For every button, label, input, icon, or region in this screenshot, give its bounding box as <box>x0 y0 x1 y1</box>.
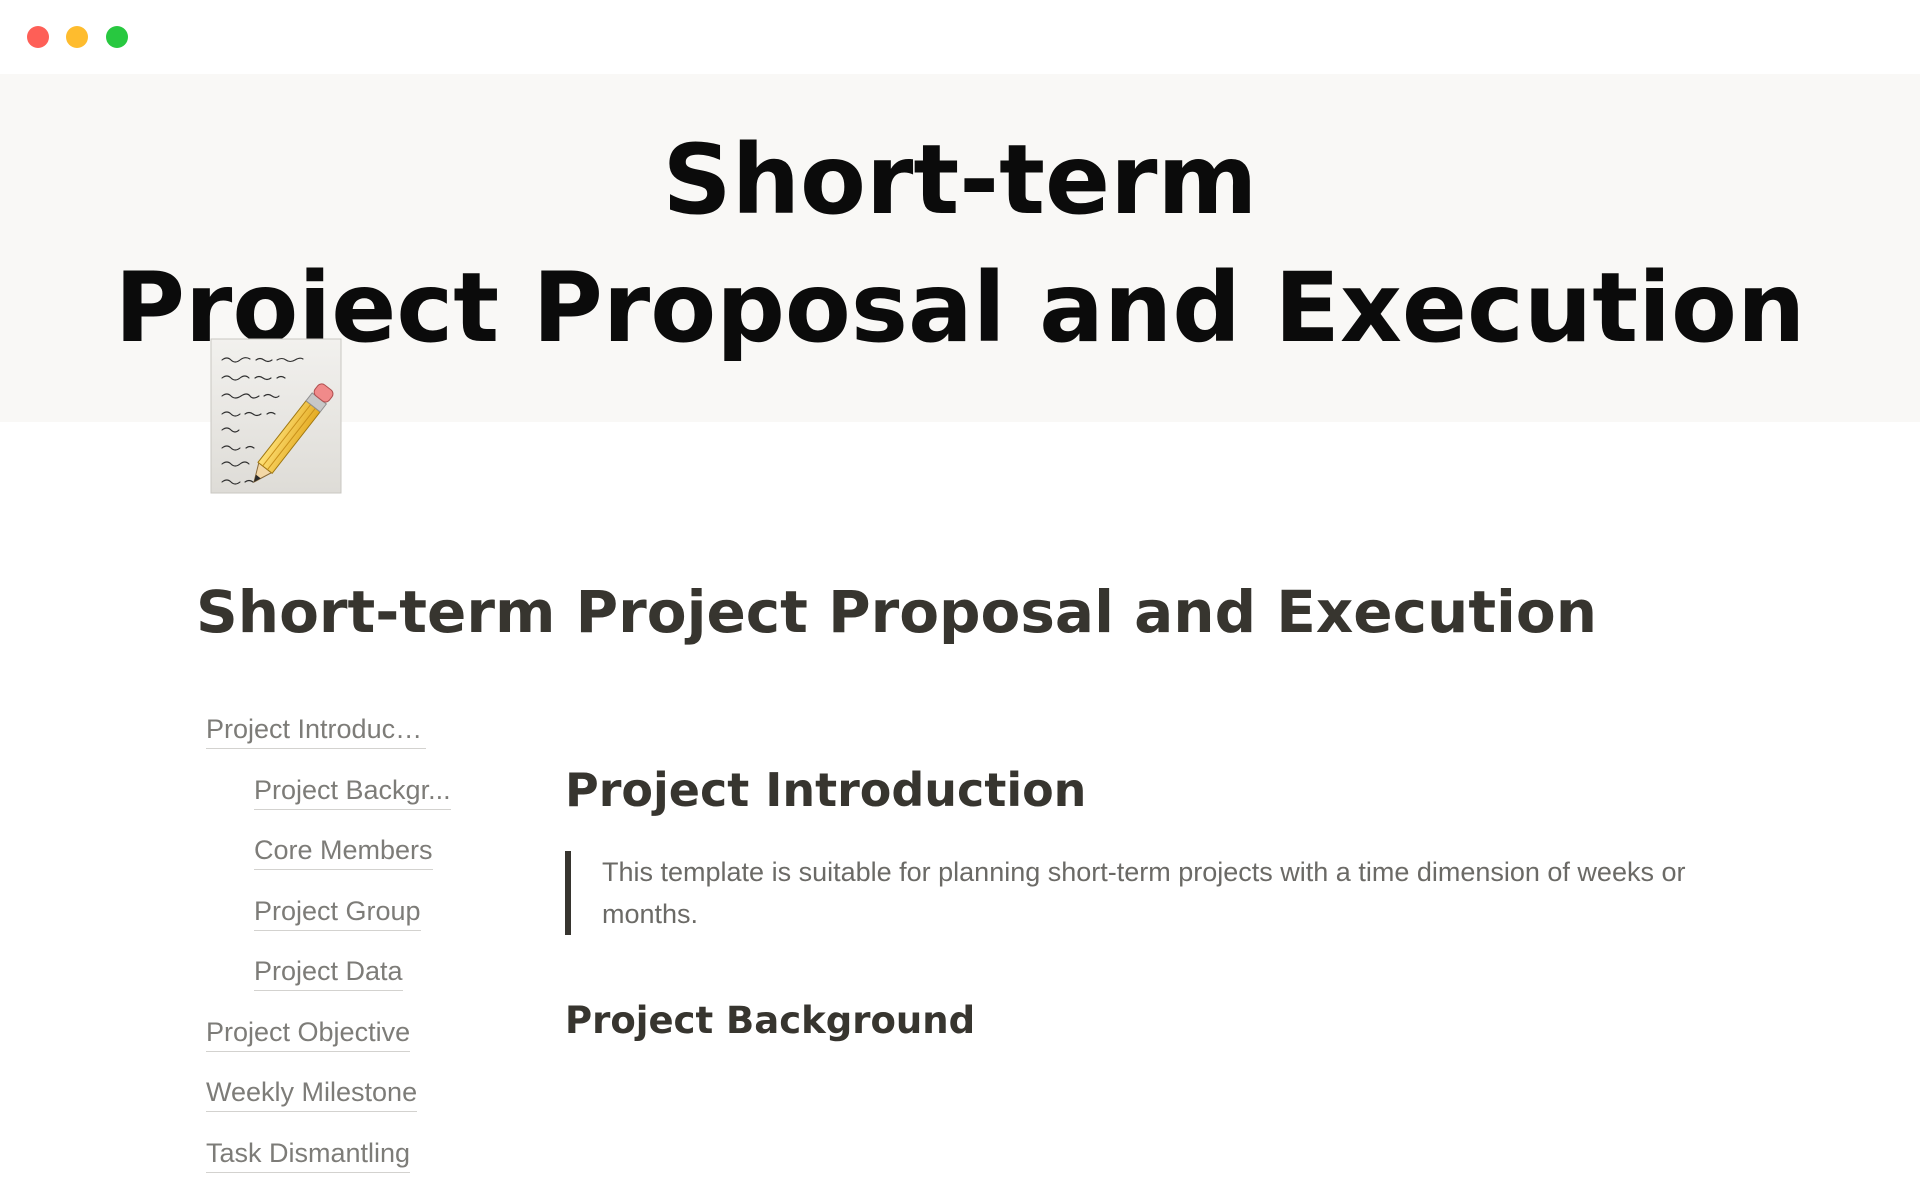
toc-item-project-background[interactable]: Project Backgr... <box>206 773 496 834</box>
zoom-window-button[interactable] <box>106 26 128 48</box>
memo-pencil-icon[interactable] <box>210 338 342 494</box>
toc-item-project-objective[interactable]: Project Objective <box>206 1015 496 1076</box>
toc-item-project-introduction[interactable]: Project Introduction <box>206 712 496 773</box>
toc-item-label: Weekly Milestone <box>206 1075 418 1112</box>
toc-item-label: Task Dismantling <box>206 1136 411 1173</box>
toc-item-label: Project Group <box>254 894 421 931</box>
toc-item-label: Project Data <box>254 954 403 991</box>
app-window: Short-term Project Proposal and Executio… <box>0 0 1920 1200</box>
page-title[interactable]: Short-term Project Proposal and Executio… <box>196 574 1597 650</box>
toc-item-label: Core Members <box>254 833 433 870</box>
toc-item-label: Project Backgr... <box>254 773 451 810</box>
toc-item-project-data[interactable]: Project Data <box>206 954 496 1015</box>
toc-item-label: Project Objective <box>206 1015 411 1052</box>
table-of-contents: Project Introduction Project Backgr... C… <box>206 712 496 1196</box>
toc-item-core-members[interactable]: Core Members <box>206 833 496 894</box>
toc-item-task-dismantling[interactable]: Task Dismantling <box>206 1136 496 1197</box>
close-window-button[interactable] <box>27 26 49 48</box>
heading-project-introduction[interactable]: Project Introduction <box>565 760 1086 820</box>
toc-item-weekly-milestone[interactable]: Weekly Milestone <box>206 1075 496 1136</box>
intro-quote-text: This template is suitable for planning s… <box>602 857 1686 929</box>
intro-quote[interactable]: This template is suitable for planning s… <box>565 851 1722 935</box>
title-bar <box>0 0 1920 74</box>
heading-project-background[interactable]: Project Background <box>565 996 975 1046</box>
cover-title-line-1: Short-term <box>662 124 1258 236</box>
toc-item-label: Project Introduction <box>206 712 426 749</box>
minimize-window-button[interactable] <box>66 26 88 48</box>
cover-title: Short-term Project Proposal and Executio… <box>0 116 1920 372</box>
toc-item-project-group[interactable]: Project Group <box>206 894 496 955</box>
